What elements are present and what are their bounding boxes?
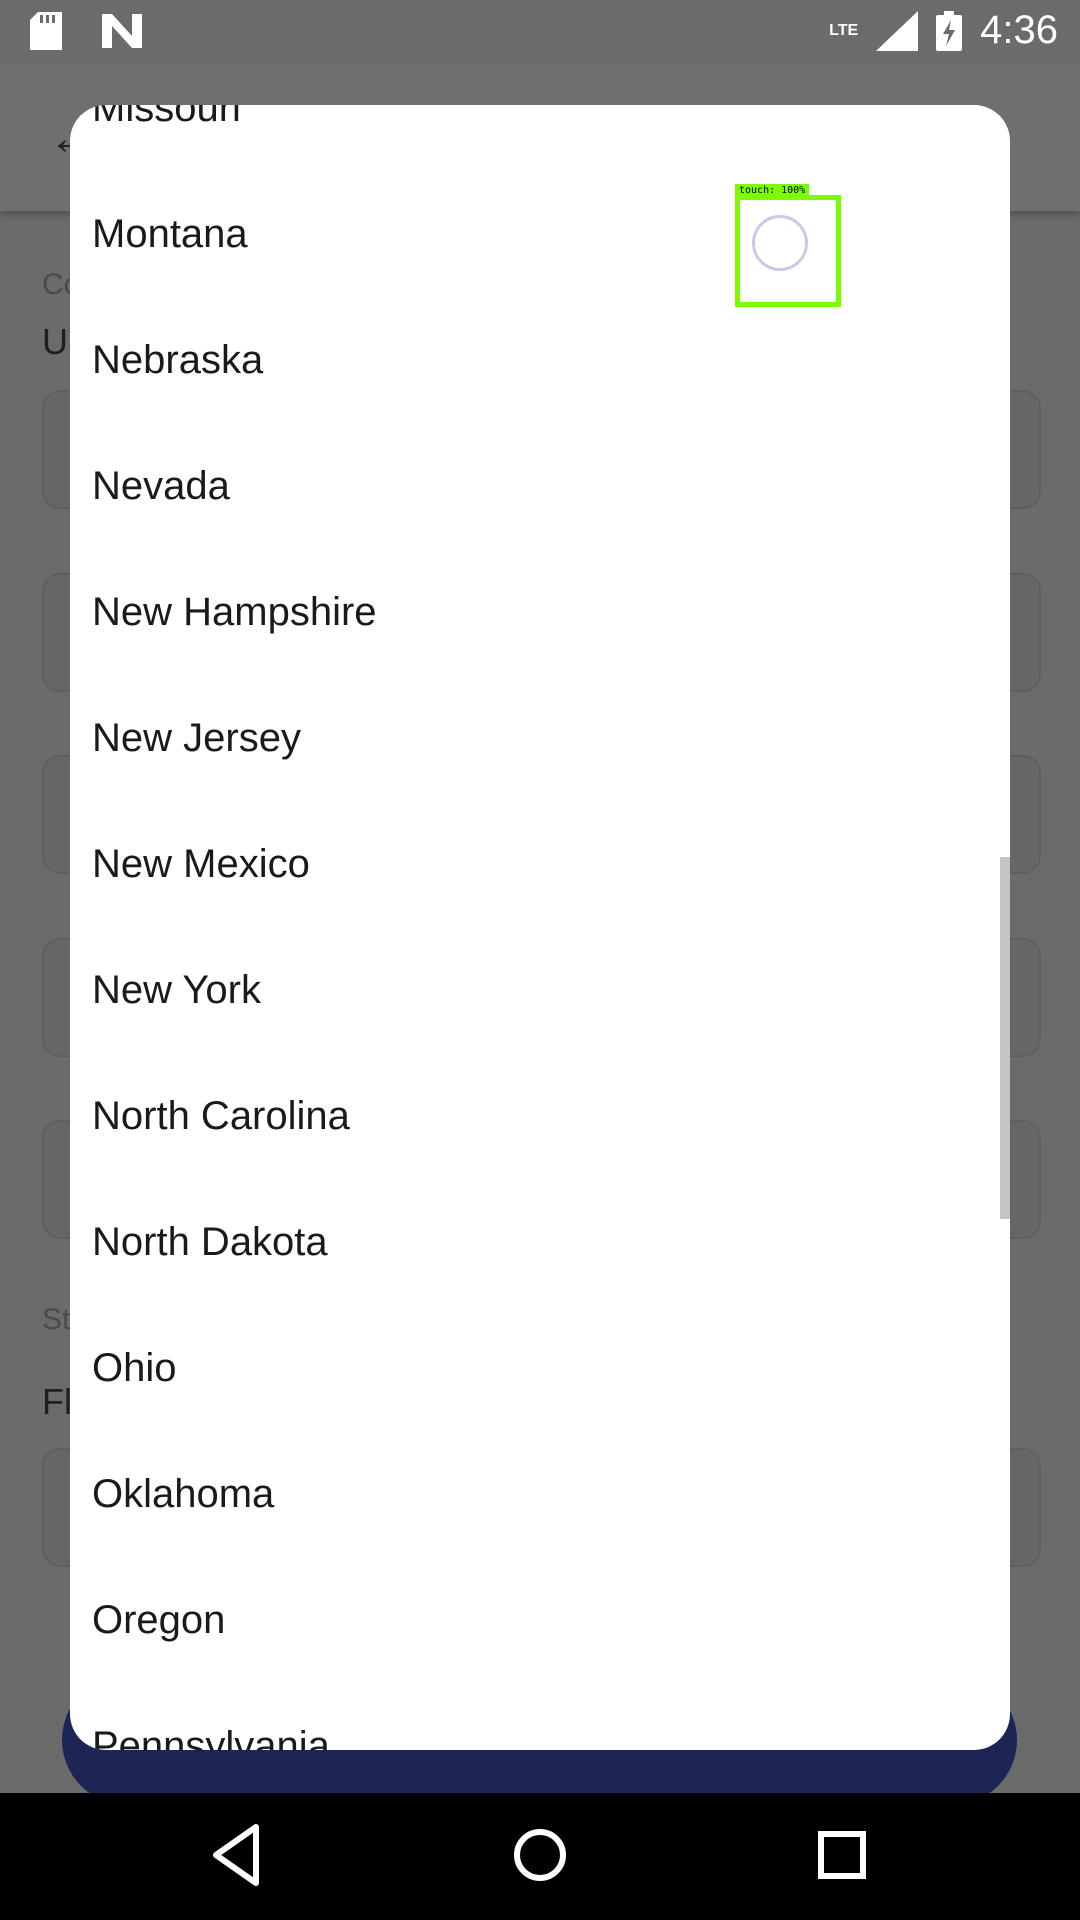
- back-icon[interactable]: [196, 1815, 276, 1895]
- list-item-new-york[interactable]: New York: [70, 927, 1010, 1053]
- navigation-bar: [0, 1793, 1080, 1920]
- clock: 4:36: [980, 8, 1058, 52]
- list-item-missouri[interactable]: Missouri: [70, 105, 1010, 171]
- scrollbar[interactable]: [1000, 857, 1010, 1219]
- sd-card-icon: [30, 12, 62, 50]
- state-picker-dialog: Missouri Montana Nebraska Nevada New Ham…: [70, 105, 1010, 1750]
- recents-icon[interactable]: [802, 1815, 882, 1895]
- signal-icon: [876, 10, 919, 51]
- list-item-nebraska[interactable]: Nebraska: [70, 297, 1010, 423]
- home-icon[interactable]: [500, 1815, 580, 1895]
- state-value: Fl: [42, 1381, 72, 1422]
- network-type: LTE: [829, 21, 859, 39]
- list-item-ohio[interactable]: Ohio: [70, 1305, 1010, 1431]
- list-item-oregon[interactable]: Oregon: [70, 1557, 1010, 1683]
- list-item-new-mexico[interactable]: New Mexico: [70, 801, 1010, 927]
- state-label: St: [42, 1303, 71, 1336]
- list-item-pennsylvania[interactable]: Pennsylvania: [70, 1683, 1010, 1750]
- state-list[interactable]: Missouri Montana Nebraska Nevada New Ham…: [70, 105, 1010, 1750]
- list-item-montana[interactable]: Montana: [70, 171, 1010, 297]
- list-item-nevada[interactable]: Nevada: [70, 423, 1010, 549]
- list-item-new-jersey[interactable]: New Jersey: [70, 675, 1010, 801]
- list-item-new-hampshire[interactable]: New Hampshire: [70, 549, 1010, 675]
- touch-point-icon: [752, 215, 808, 271]
- n-logo-icon: [102, 14, 142, 48]
- list-item-north-carolina[interactable]: North Carolina: [70, 1053, 1010, 1179]
- status-bar: LTE 4:36: [0, 0, 1080, 63]
- list-item-north-dakota[interactable]: North Dakota: [70, 1179, 1010, 1305]
- list-item-oklahoma[interactable]: Oklahoma: [70, 1431, 1010, 1557]
- battery-charging-icon: [936, 10, 963, 51]
